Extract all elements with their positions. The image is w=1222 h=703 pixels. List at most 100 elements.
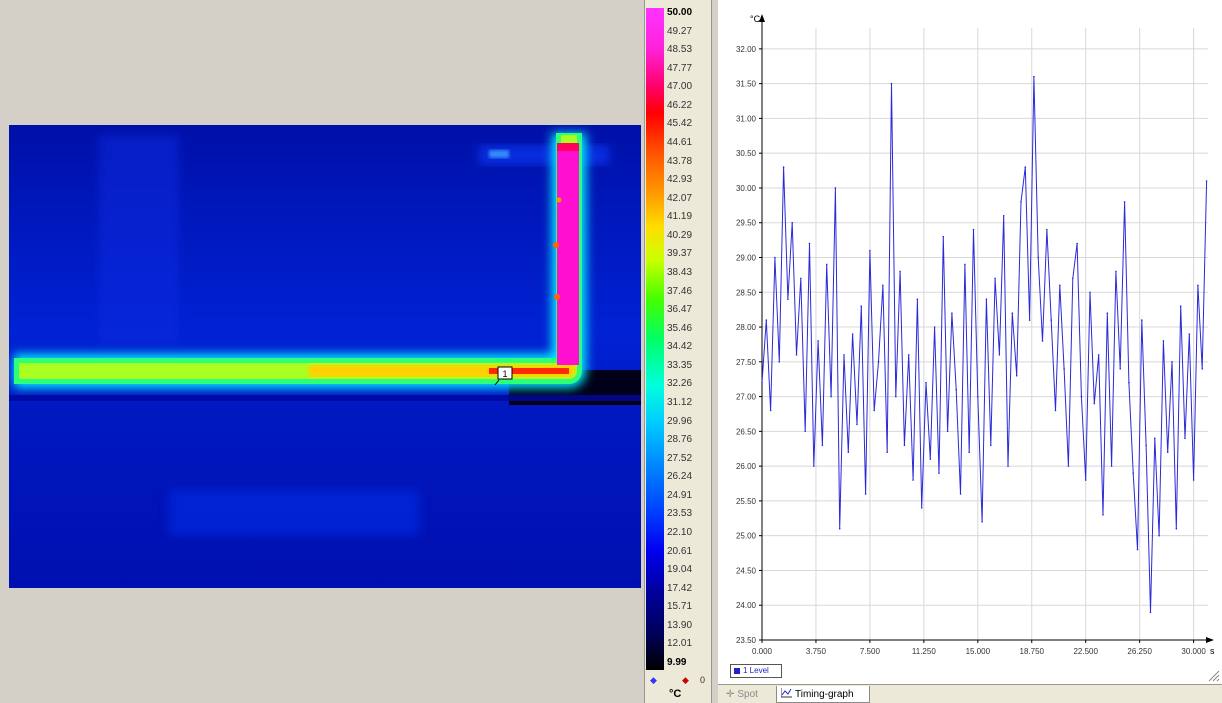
y-tick-label: 29.00 [736,254,757,263]
tab-timing-graph[interactable]: Timing-graph [776,686,870,703]
series-point [951,312,953,314]
series-point [761,381,763,384]
series-point [989,444,992,447]
series-point [981,520,983,523]
y-tick-label: 28.50 [736,288,757,297]
series-point [968,451,970,454]
y-tick-label: 30.00 [736,184,757,193]
color-scale-label: 23.53 [667,508,693,520]
series-point [1166,451,1169,454]
series-point [1149,611,1152,613]
series-point [769,409,772,412]
series-point [795,354,798,356]
series-point [821,444,824,447]
tab-spot[interactable]: ✛ Spot [722,686,776,703]
color-scale-label: 42.93 [667,174,693,186]
x-tick-label: 0.000 [752,647,773,656]
series-point [1054,409,1057,412]
series-point [903,444,906,447]
y-tick-label: 23.50 [736,636,757,645]
series-point [1184,437,1186,440]
series-point [1115,270,1117,273]
series-point [1037,256,1040,259]
y-tick-label: 26.50 [736,427,757,436]
series-point [825,263,828,266]
series-point [774,256,776,259]
color-scale-footer: ◆ ◆ 0 °C [645,672,713,703]
thermal-image[interactable]: 1 [9,125,641,588]
color-scale-label: 47.77 [667,62,693,74]
series-point [1046,228,1048,231]
color-scale-label: 42.07 [667,192,693,204]
series-point [765,319,768,321]
series-point [847,451,850,454]
series-point [1192,479,1195,481]
series-point [1136,548,1139,551]
color-scale-label: 41.19 [667,211,693,223]
series-point [1179,305,1182,307]
y-axis-unit: °C [750,14,761,24]
chart-legend[interactable]: 1 Level [730,664,782,678]
series-point [899,270,901,273]
color-scale-label: 47.00 [667,81,693,93]
series-point [929,458,932,460]
series-point [1059,284,1061,287]
series-point [1033,75,1035,78]
series-point [1076,242,1078,245]
x-tick-label: 22.500 [1073,647,1098,656]
series-point [1197,284,1199,287]
series-point [920,507,923,509]
y-tick-label: 24.00 [736,601,757,610]
series-point [938,472,940,474]
color-scale-label: 40.29 [667,229,693,241]
series-point [843,354,845,356]
series-point [925,381,927,384]
color-scale-label: 19.04 [667,564,693,576]
timing-graph-chart[interactable]: 32.00 31.50 31.00 30.50 30.00 29.50 29.00 28.50… [718,0,1222,682]
color-scale-label: 43.78 [667,155,693,167]
color-scale-label: 44.61 [667,137,693,148]
y-tick-label: 26.00 [736,462,757,471]
x-tick-label: 30.000 [1181,647,1206,656]
series-point [1041,340,1044,342]
spot-marker-label: 1 [502,369,507,379]
legend-label: 1 Level [743,666,769,675]
series-point [834,187,837,189]
series-point [994,277,996,280]
tab-spot-label: Spot [737,689,758,700]
max-marker-icon[interactable]: ◆ [682,675,689,686]
series-point [1020,201,1022,203]
y-tick-label: 32.00 [736,45,757,54]
color-scale-label: 34.42 [667,341,693,353]
series-point [804,430,806,433]
x-tick-label: 11.250 [912,647,936,656]
x-tick-label: 7.500 [860,647,881,656]
series-point [1141,319,1143,321]
resize-grip-icon[interactable] [1206,668,1220,682]
x-tick-label: 26.250 [1127,647,1152,656]
series-point [998,354,1001,356]
series-point [791,221,794,224]
series-point [1188,333,1191,335]
series-point [856,423,858,426]
min-marker-icon[interactable]: ◆ [650,675,657,686]
x-tick-label: 18.750 [1020,647,1045,656]
series-point [1015,374,1018,377]
color-scale-label: 22.10 [667,527,693,538]
color-scale-label: 15.71 [667,601,693,613]
series-point [977,395,979,398]
series-point [1162,340,1165,342]
series-point [916,298,919,301]
color-scale-label: 9.99 [667,657,687,668]
series-point [1028,319,1031,321]
y-tick-label: 31.00 [736,114,757,123]
color-scale-unit: °C [669,688,682,700]
color-scale-labels: 50.00 49.27 48.53 47.77 47.00 46.22 45.42 44.61… [667,8,709,670]
color-scale-label: 32.26 [667,378,693,390]
color-scale-label: 12.01 [667,638,693,650]
series-point [946,430,949,433]
series-point [864,493,867,495]
tab-timing-graph-label: Timing-graph [795,689,854,700]
series-point [1128,381,1130,384]
y-tick-label: 27.00 [736,393,757,402]
